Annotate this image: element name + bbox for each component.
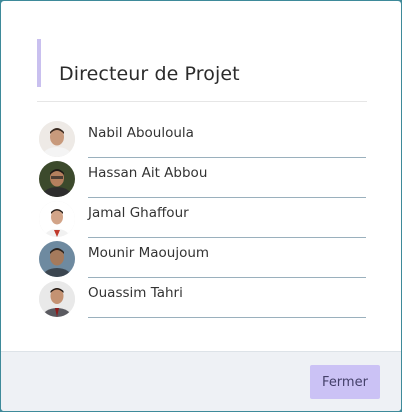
person-name: Ouassim Tahri bbox=[88, 285, 183, 301]
avatar bbox=[39, 161, 75, 197]
person-name: Jamal Ghaffour bbox=[88, 205, 189, 221]
dialog-header: Directeur de Projet bbox=[37, 39, 367, 87]
avatar bbox=[39, 121, 75, 157]
list-item[interactable]: Hassan Ait Abbou bbox=[37, 157, 367, 198]
dialog-footer: Fermer bbox=[1, 351, 401, 411]
list-item[interactable]: Mounir Maoujoum bbox=[37, 237, 367, 278]
person-name: Mounir Maoujoum bbox=[88, 245, 210, 261]
avatar bbox=[39, 201, 75, 237]
director-dialog: Directeur de Projet Nabil Abouloula Hass… bbox=[1, 1, 401, 411]
header-divider bbox=[37, 101, 367, 102]
avatar bbox=[39, 241, 75, 277]
close-button[interactable]: Fermer bbox=[310, 365, 380, 399]
list-item[interactable]: Jamal Ghaffour bbox=[37, 197, 367, 238]
dialog-title: Directeur de Projet bbox=[59, 63, 240, 85]
person-list: Nabil Abouloula Hassan Ait Abbou Jamal G… bbox=[37, 117, 367, 318]
person-name: Nabil Abouloula bbox=[88, 125, 194, 141]
person-name: Hassan Ait Abbou bbox=[88, 165, 208, 181]
avatar bbox=[39, 281, 75, 317]
row-divider bbox=[88, 317, 366, 318]
list-item[interactable]: Nabil Abouloula bbox=[37, 117, 367, 158]
list-item[interactable]: Ouassim Tahri bbox=[37, 277, 367, 318]
